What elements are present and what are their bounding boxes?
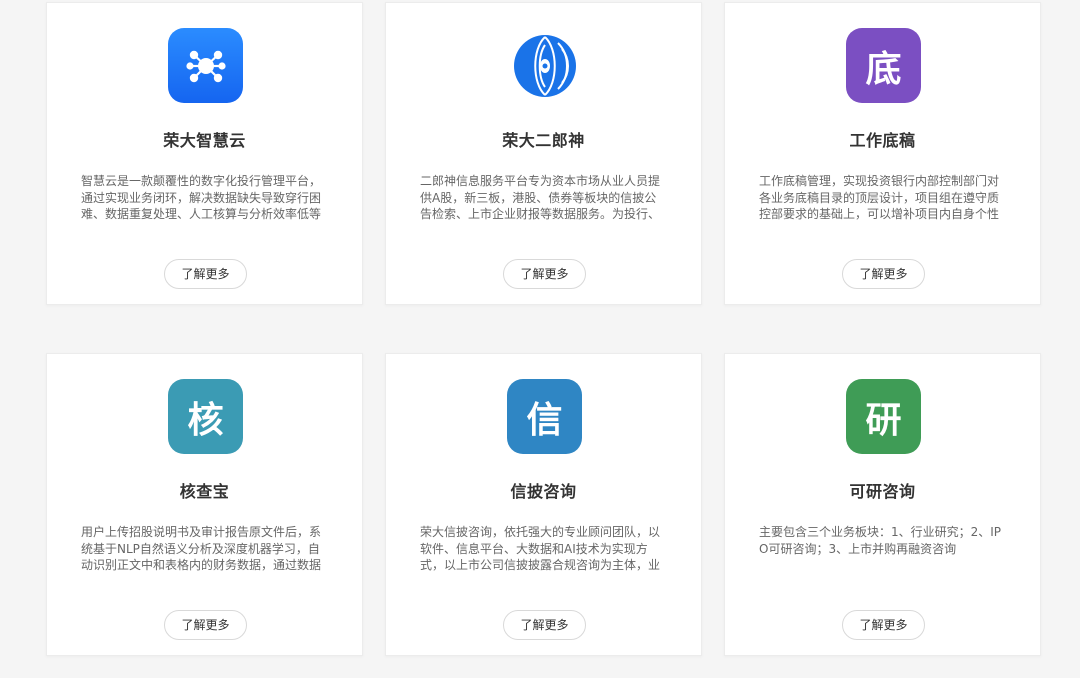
di-character-icon: 底 (846, 28, 921, 103)
card-title: 工作底稿 (849, 131, 916, 150)
product-card-hechabao: 核 核查宝 用户上传招股说明书及审计报告原文件后，系统基于NLP自然语义分析及深… (46, 353, 363, 656)
product-card-gongzuodigao: 底 工作底稿 工作底稿管理，实现投资银行内部控制部门对各业务底稿目录的顶层设计，… (724, 2, 1041, 305)
card-title: 荣大智慧云 (163, 131, 246, 150)
product-grid: 荣大智慧云 智慧云是一款颠覆性的数字化投行管理平台，通过实现业务闭环，解决数据缺… (0, 0, 1080, 678)
eye-globe-icon (507, 28, 582, 103)
product-card-erlangshen: 荣大二郎神 二郎神信息服务平台专为资本市场从业人员提供A股，新三板，港股、债券等… (385, 2, 702, 305)
learn-more-button[interactable]: 了解更多 (842, 610, 925, 640)
card-title: 荣大二郎神 (502, 131, 585, 150)
card-description: 二郎神信息服务平台专为资本市场从业人员提供A股，新三板，港股、债券等板块的信披公… (420, 174, 661, 221)
card-description: 用户上传招股说明书及审计报告原文件后，系统基于NLP自然语义分析及深度机器学习，… (81, 525, 322, 572)
learn-more-button[interactable]: 了解更多 (503, 259, 586, 289)
yan-character-icon: 研 (846, 379, 921, 454)
he-character-icon: 核 (168, 379, 243, 454)
card-description: 主要包含三个业务板块：1、行业研究；2、IPO可研咨询；3、上市并购再融资咨询 (759, 525, 1002, 556)
learn-more-button[interactable]: 了解更多 (164, 259, 247, 289)
learn-more-button[interactable]: 了解更多 (164, 610, 247, 640)
product-card-xinpizixun: 信 信披咨询 荣大信披咨询，依托强大的专业顾问团队，以软件、信息平台、大数据和A… (385, 353, 702, 656)
xin-character-icon: 信 (507, 379, 582, 454)
card-description: 智慧云是一款颠覆性的数字化投行管理平台，通过实现业务闭环，解决数据缺失导致穿行困… (81, 174, 322, 221)
card-title: 信披咨询 (510, 482, 577, 501)
network-nodes-icon (168, 28, 243, 103)
card-description: 工作底稿管理，实现投资银行内部控制部门对各业务底稿目录的顶层设计，项目组在遵守质… (759, 174, 1000, 221)
learn-more-button[interactable]: 了解更多 (503, 610, 586, 640)
product-card-keyanzixun: 研 可研咨询 主要包含三个业务板块：1、行业研究；2、IPO可研咨询；3、上市并… (724, 353, 1041, 656)
product-card-zhihuiyun: 荣大智慧云 智慧云是一款颠覆性的数字化投行管理平台，通过实现业务闭环，解决数据缺… (46, 2, 363, 305)
card-title: 可研咨询 (849, 482, 916, 501)
card-title: 核查宝 (179, 482, 230, 501)
card-description: 荣大信披咨询，依托强大的专业顾问团队，以软件、信息平台、大数据和AI技术为实现方… (420, 525, 661, 572)
learn-more-button[interactable]: 了解更多 (842, 259, 925, 289)
